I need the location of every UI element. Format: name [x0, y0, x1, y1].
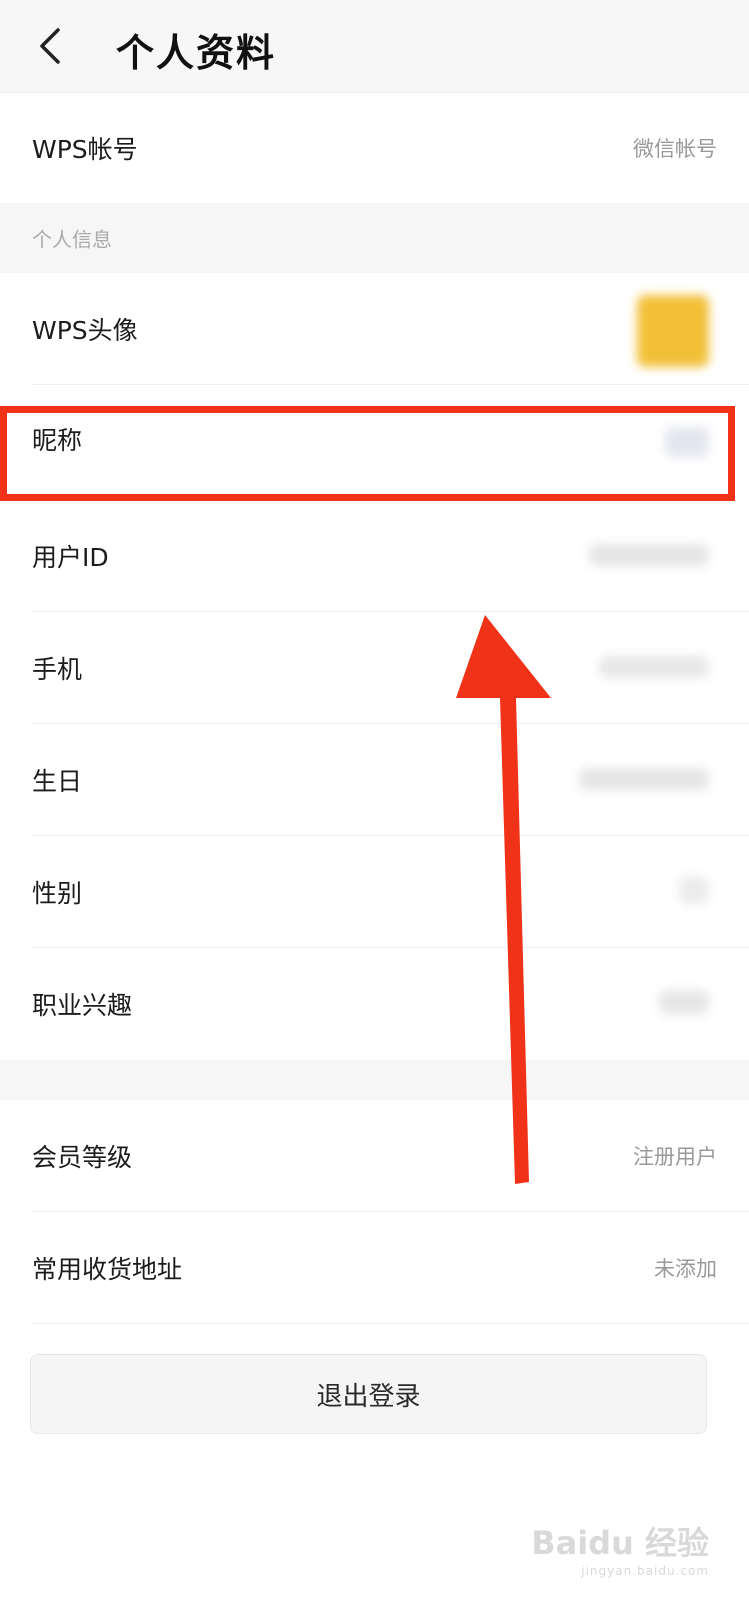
watermark-logo: Baidu 经验 jingyan.baidu.com	[531, 1518, 709, 1578]
watermark-brand: Baidu 经验	[531, 1524, 709, 1562]
annotation-arrow	[456, 615, 551, 1184]
watermark-url: jingyan.baidu.com	[581, 1564, 709, 1578]
